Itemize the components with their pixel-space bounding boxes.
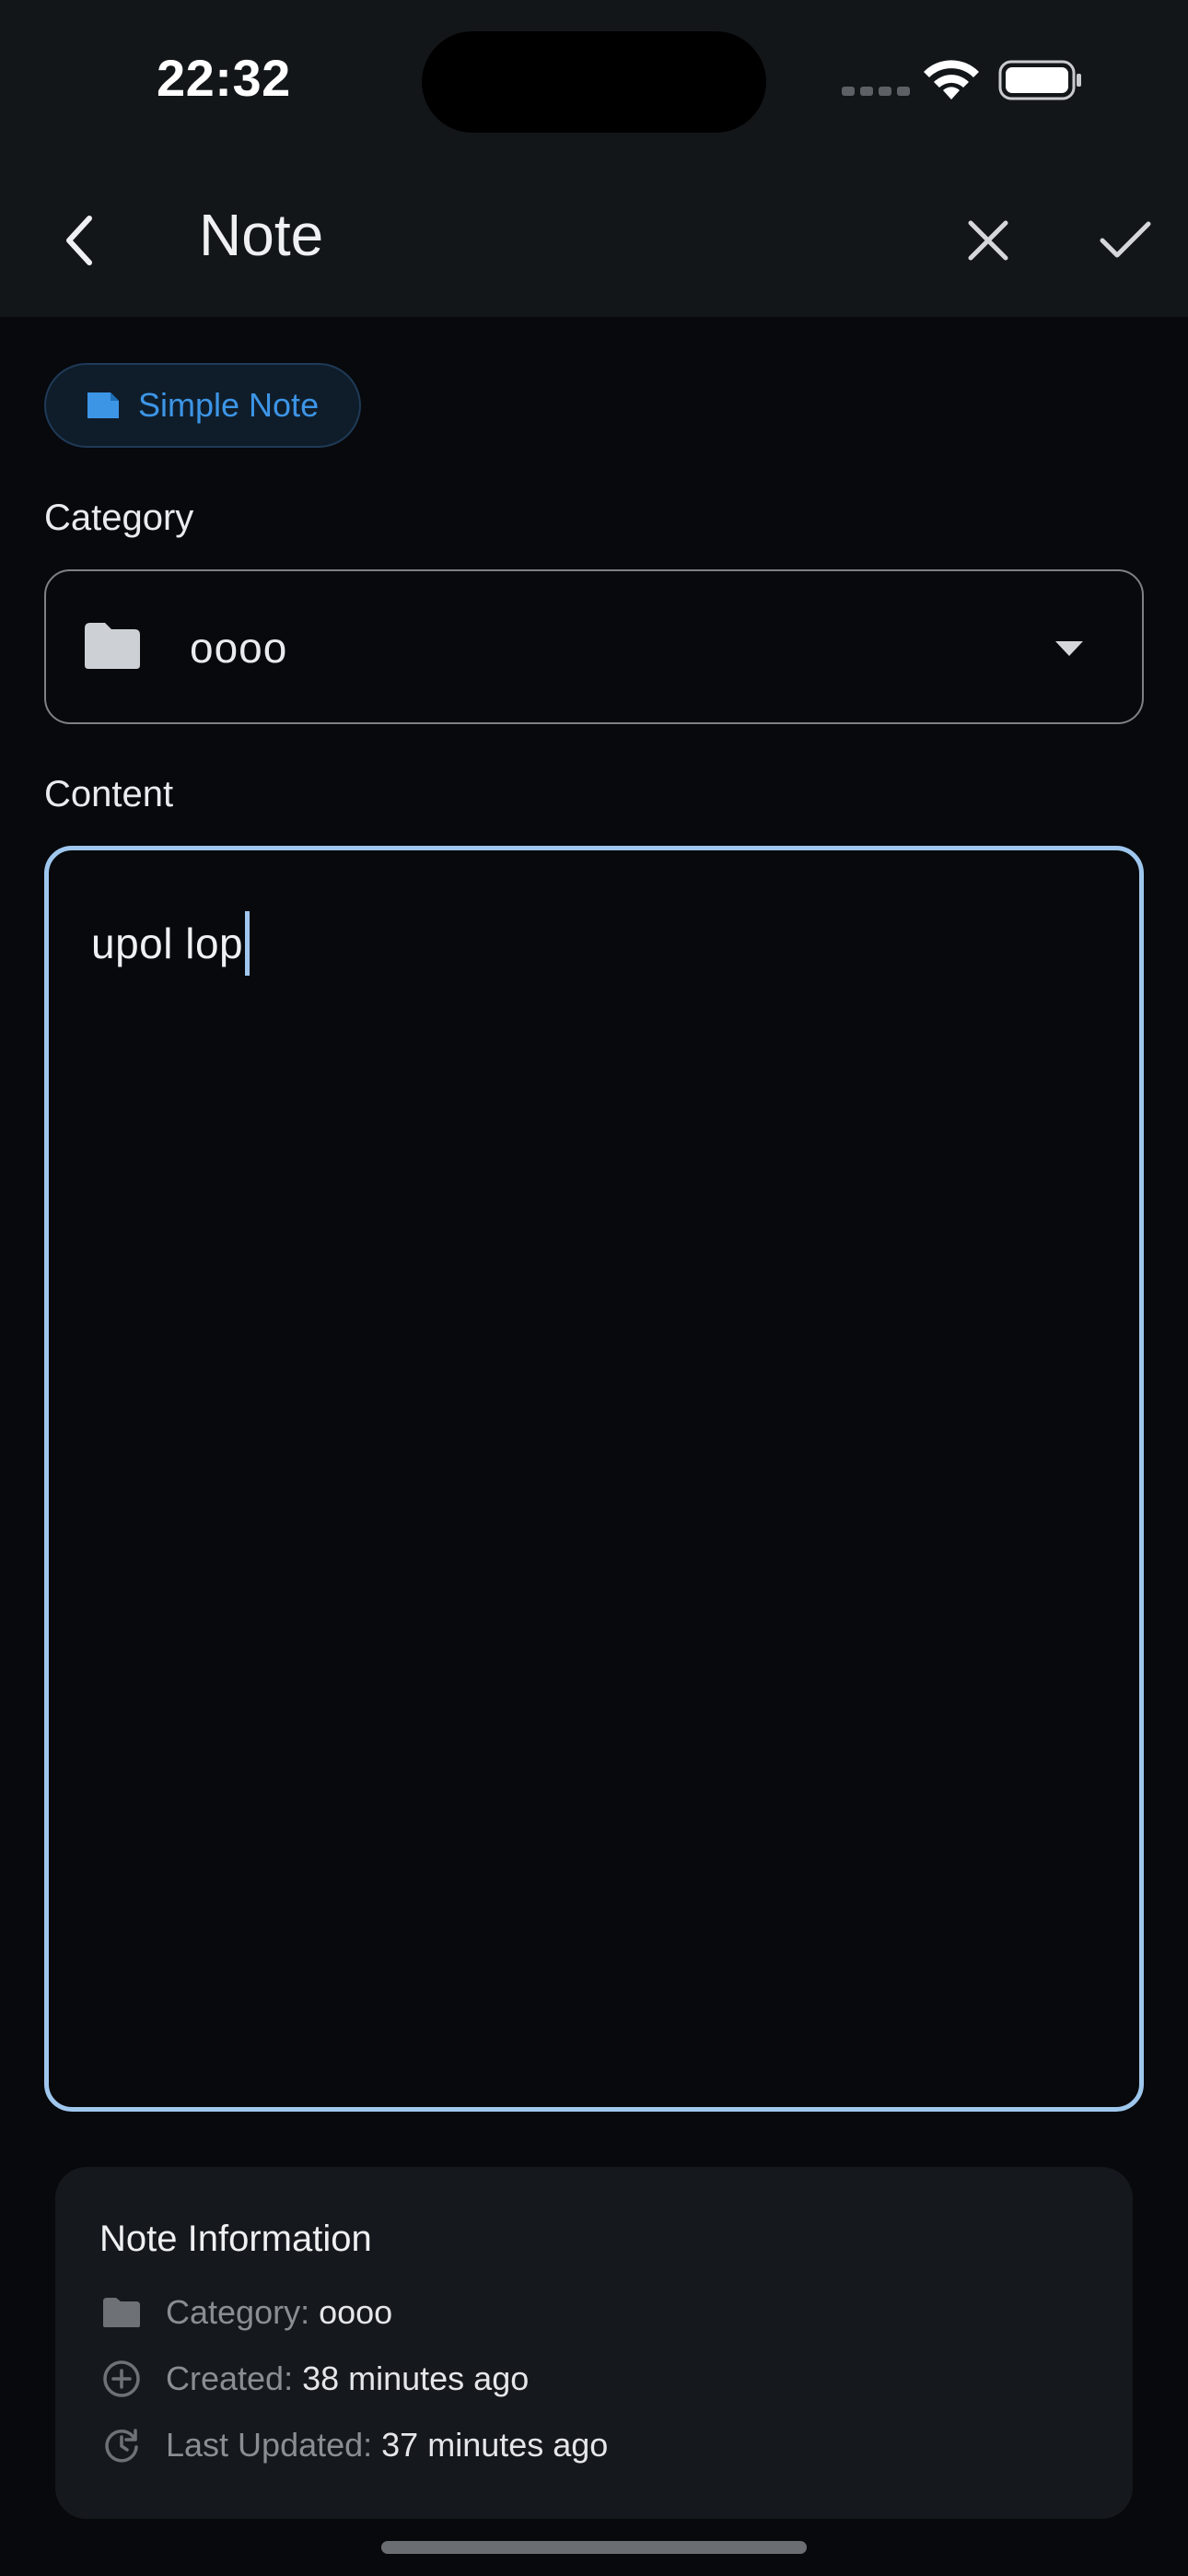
cellular-signal-icon bbox=[842, 87, 910, 96]
content-text-wrapper: upol lop bbox=[91, 911, 250, 976]
history-icon bbox=[99, 2423, 144, 2467]
note-information-card: Note Information Category: oooo Created:… bbox=[55, 2167, 1133, 2519]
close-icon bbox=[968, 220, 1008, 261]
content-textarea[interactable]: upol lop bbox=[44, 846, 1144, 2112]
save-button[interactable] bbox=[1089, 206, 1162, 275]
back-button[interactable] bbox=[46, 201, 111, 280]
folder-icon bbox=[85, 623, 140, 669]
content-label: Content bbox=[44, 774, 174, 814]
info-updated-key: Last Updated: bbox=[166, 2426, 373, 2464]
note-information-title: Note Information bbox=[99, 2219, 372, 2259]
category-selected-value: oooo bbox=[190, 624, 288, 672]
note-icon bbox=[87, 392, 119, 418]
info-created-value: 38 minutes ago bbox=[302, 2359, 530, 2397]
dropdown-arrow-icon bbox=[1055, 641, 1083, 656]
check-icon bbox=[1100, 221, 1151, 258]
text-caret bbox=[245, 911, 250, 976]
info-category-key: Category: bbox=[166, 2293, 310, 2331]
home-indicator[interactable] bbox=[381, 2541, 807, 2554]
category-label: Category bbox=[44, 498, 194, 538]
page-title: Note bbox=[199, 202, 324, 268]
app-screen: 22:32 Note Simple Note Category oooo Con… bbox=[0, 0, 1188, 2576]
status-time: 22:32 bbox=[157, 49, 291, 107]
plus-circle-icon bbox=[99, 2357, 144, 2401]
info-category-value: oooo bbox=[319, 2293, 393, 2331]
info-updated-value: 37 minutes ago bbox=[381, 2426, 609, 2464]
wifi-icon bbox=[924, 60, 979, 100]
note-type-label: Simple Note bbox=[138, 386, 320, 424]
info-row-updated: Last Updated: 37 minutes ago bbox=[99, 2423, 608, 2467]
close-button[interactable] bbox=[954, 206, 1022, 275]
info-row-category: Category: oooo bbox=[99, 2290, 392, 2335]
chevron-left-icon bbox=[66, 216, 92, 265]
dynamic-island bbox=[422, 31, 766, 133]
note-type-chip[interactable]: Simple Note bbox=[44, 363, 361, 448]
info-row-created: Created: 38 minutes ago bbox=[99, 2357, 529, 2401]
info-created-key: Created: bbox=[166, 2359, 294, 2397]
content-text: upol lop bbox=[91, 919, 244, 967]
battery-icon bbox=[998, 60, 1081, 100]
category-select[interactable]: oooo bbox=[44, 569, 1144, 724]
folder-icon bbox=[99, 2290, 144, 2335]
